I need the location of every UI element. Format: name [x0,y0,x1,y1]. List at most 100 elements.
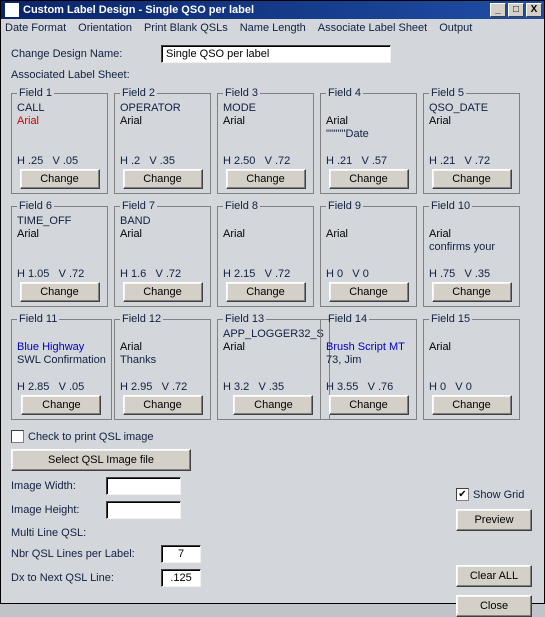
field-hv: H .25 V .05 [17,155,102,167]
app-icon [5,3,19,17]
field-font: Arial [120,228,205,241]
field-line1: QSO_DATE [429,102,514,115]
field-legend: Field 4 [326,87,363,99]
menu-print-blank-qsls[interactable]: Print Blank QSLs [144,22,228,34]
field-extra [17,241,102,254]
field-1: Field 1CALLArialH .25 V .05Change [11,87,108,194]
field-legend: Field 7 [120,200,157,212]
titlebar: Custom Label Design - Single QSO per lab… [1,1,544,19]
field-font: Arial [223,115,308,128]
field-legend: Field 3 [223,87,260,99]
design-name-input[interactable] [161,45,391,63]
field-font: Brush Script MT [326,341,411,354]
field-line1 [17,328,106,341]
change-button[interactable]: Change [123,395,203,415]
fields-grid: Field 1CALLArialH .25 V .05ChangeField 2… [11,87,534,420]
show-grid-label: Show Grid [473,489,524,501]
field-line1 [326,328,411,341]
change-button[interactable]: Change [20,169,100,189]
field-line1 [326,102,411,115]
field-extra [223,354,324,367]
field-line1: APP_LOGGER32_S [223,328,324,341]
image-height-input[interactable] [106,501,181,519]
dx-next-line-label: Dx to Next QSL Line: [11,572,161,584]
change-button[interactable]: Change [226,282,306,302]
field-11: Field 11Blue HighwaySWL ConfirmationH 2.… [11,313,112,420]
field-extra [429,128,514,141]
clear-all-button[interactable]: Clear ALL [456,565,532,587]
show-grid-checkbox[interactable]: ✔ Show Grid [456,488,524,501]
field-font: Arial [120,341,205,354]
field-2: Field 2OPERATORArialH .2 V .35Change [114,87,211,194]
field-legend: Field 2 [120,87,157,99]
field-line1 [223,215,308,228]
field-extra [120,128,205,141]
field-font: Arial [326,228,411,241]
field-extra: """""Date [326,128,411,141]
field-hv: H 0 V 0 [429,381,514,393]
change-button[interactable]: Change [432,395,512,415]
field-12: Field 12ArialThanksH 2.95 V .72Change [114,313,211,420]
multi-line-qsl-label: Multi Line QSL: [11,527,86,539]
menu-output[interactable]: Output [439,22,472,34]
content: Change Design Name: Associated Label She… [1,37,544,603]
field-hv: H 3.2 V .35 [223,381,324,393]
change-button[interactable]: Change [226,169,306,189]
change-button[interactable]: Change [21,395,101,415]
change-button[interactable]: Change [432,282,512,302]
field-font: Blue Highway [17,341,106,354]
image-height-label: Image Height: [11,504,106,516]
field-font: Arial [17,115,102,128]
field-8: Field 8ArialH 2.15 V .72Change [217,200,314,307]
field-legend: Field 15 [429,313,472,325]
nbr-lines-label: Nbr QSL Lines per Label: [11,548,161,560]
check-qsl-image-label: Check to print QSL image [28,431,154,443]
menu-date-format[interactable]: Date Format [5,22,66,34]
field-15: Field 15ArialH 0 V 0Change [423,313,520,420]
field-6: Field 6TIME_OFFArialH 1.05 V .72Change [11,200,108,307]
change-button[interactable]: Change [123,282,203,302]
select-qsl-image-button[interactable]: Select QSL Image file [11,449,191,471]
field-hv: H .2 V .35 [120,155,205,167]
change-button[interactable]: Change [20,282,100,302]
change-button[interactable]: Change [432,169,512,189]
field-font: Arial [429,228,514,241]
menu-name-length[interactable]: Name Length [240,22,306,34]
change-button[interactable]: Change [329,282,409,302]
field-legend: Field 6 [17,200,54,212]
menu-orientation[interactable]: Orientation [78,22,132,34]
nbr-lines-input[interactable] [161,545,201,563]
field-extra: Thanks [120,354,205,367]
close-button[interactable]: Close [456,595,532,617]
field-extra [326,241,411,254]
field-line1 [326,215,411,228]
field-4: Field 4Arial"""""DateH .21 V .57Change [320,87,417,194]
maximize-button[interactable]: □ [508,3,524,17]
field-font: Arial [120,115,205,128]
field-hv: H 0 V 0 [326,268,411,280]
field-legend: Field 13 [223,313,266,325]
check-qsl-image[interactable]: Check to print QSL image [11,430,154,443]
change-button[interactable]: Change [233,395,313,415]
field-legend: Field 9 [326,200,363,212]
field-legend: Field 8 [223,200,260,212]
dx-next-line-input[interactable] [161,569,201,587]
change-button[interactable]: Change [329,395,409,415]
field-14: Field 14Brush Script MT73, JimH 3.55 V .… [320,313,417,420]
field-legend: Field 5 [429,87,466,99]
field-7: Field 7BANDArialH 1.6 V .72Change [114,200,211,307]
preview-button[interactable]: Preview [456,509,532,531]
menu-associate-label-sheet[interactable]: Associate Label Sheet [318,22,427,34]
field-font: Arial [223,341,324,354]
image-width-input[interactable] [106,477,181,495]
field-line1: CALL [17,102,102,115]
change-button[interactable]: Change [329,169,409,189]
change-button[interactable]: Change [123,169,203,189]
field-legend: Field 11 [17,313,59,325]
image-width-label: Image Width: [11,480,106,492]
window-title: Custom Label Design - Single QSO per lab… [23,4,254,16]
close-window-button[interactable]: X [526,3,542,17]
field-extra [17,128,102,141]
field-hv: H .21 V .72 [429,155,514,167]
minimize-button[interactable]: _ [490,3,506,17]
